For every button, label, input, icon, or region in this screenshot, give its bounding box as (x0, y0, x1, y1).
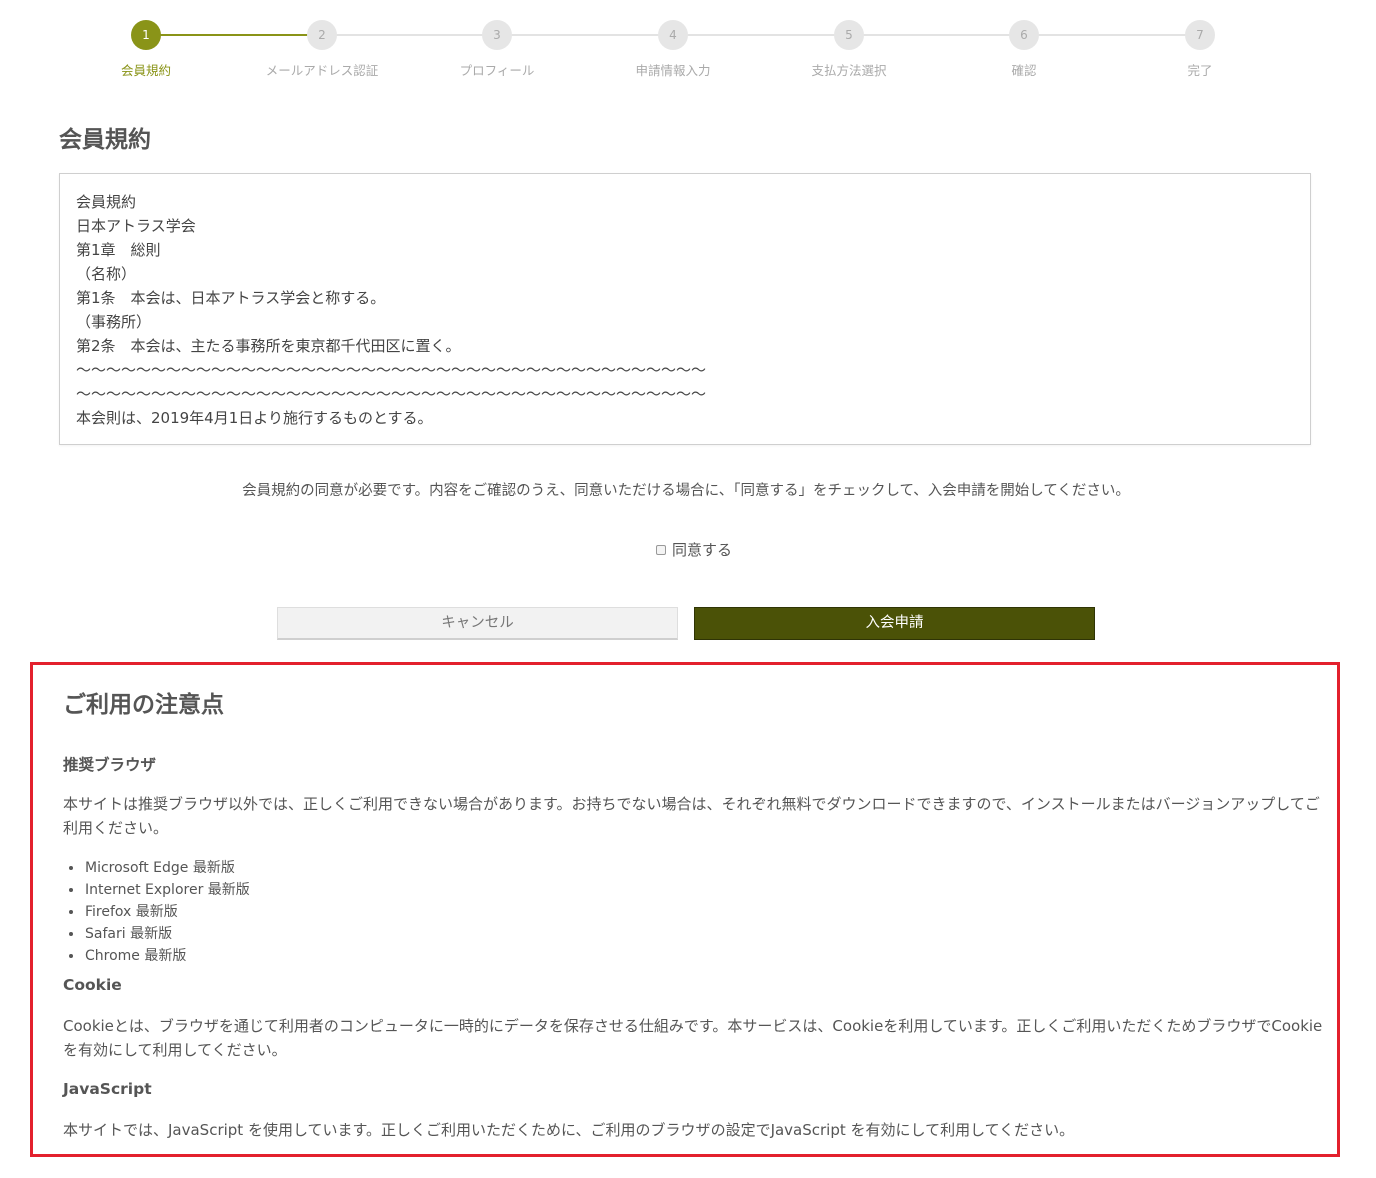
terms-line: 第1条 本会は、日本アトラス学会と称する。 (76, 289, 386, 307)
recommended-browser-heading: 推奨ブラウザ (63, 756, 157, 774)
agree-checkbox[interactable] (656, 544, 666, 555)
agree-checkbox-label[interactable]: 同意する (656, 539, 732, 560)
step-label: 完了 (1187, 63, 1213, 78)
terms-line: 日本アトラス学会 (76, 217, 196, 235)
apply-membership-button[interactable]: 入会申請 (694, 607, 1095, 640)
list-item: Firefox 最新版 (69, 901, 250, 923)
list-item: Microsoft Edge 最新版 (69, 857, 250, 879)
list-item: Safari 最新版 (69, 923, 250, 945)
terms-scroll-box[interactable]: 会員規約 日本アトラス学会 第1章 総則 （名称） 第1条 本会は、日本アトラス… (59, 173, 1311, 445)
browser-list: Microsoft Edge 最新版 Internet Explorer 最新版… (69, 857, 250, 967)
usage-notes-title: ご利用の注意点 (63, 692, 224, 718)
terms-line: 第1章 総則 (76, 241, 161, 259)
terms-line: 第2条 本会は、主たる事務所を東京都千代田区に置く。 (76, 337, 461, 355)
step-number: 5 (834, 20, 864, 50)
terms-line: 本会則は、2019年4月1日より施行するものとする。 (76, 409, 433, 427)
step-label: 支払方法選択 (811, 63, 887, 78)
step-application-info: 4 申請情報入力 (593, 20, 753, 79)
step-complete: 7 完了 (1120, 20, 1280, 79)
terms-line: 〜〜〜〜〜〜〜〜〜〜〜〜〜〜〜〜〜〜〜〜〜〜〜〜〜〜〜〜〜〜〜〜〜〜〜〜〜〜〜〜… (76, 361, 707, 379)
step-label: 申請情報入力 (635, 63, 711, 78)
step-number: 1 (131, 20, 161, 50)
terms-line: （事務所） (76, 313, 152, 331)
terms-line: （名称） (76, 265, 137, 283)
list-item: Internet Explorer 最新版 (69, 879, 250, 901)
cancel-button[interactable]: キャンセル (277, 607, 678, 640)
step-number: 6 (1009, 20, 1039, 50)
agreement-notice: 会員規約の同意が必要です。内容をご確認のうえ、同意いただける場合に、「同意する」… (242, 483, 1130, 499)
step-profile: 3 プロフィール (417, 20, 577, 79)
usage-notes-panel: ご利用の注意点 推奨ブラウザ 本サイトは推奨ブラウザ以外では、正しくご利用できな… (30, 662, 1340, 1157)
cookie-heading: Cookie (63, 976, 122, 994)
step-number: 2 (307, 20, 337, 50)
step-label: 確認 (1011, 63, 1037, 78)
terms-line: 〜〜〜〜〜〜〜〜〜〜〜〜〜〜〜〜〜〜〜〜〜〜〜〜〜〜〜〜〜〜〜〜〜〜〜〜〜〜〜〜… (76, 385, 707, 403)
list-item: Chrome 最新版 (69, 945, 250, 967)
step-payment-method: 5 支払方法選択 (769, 20, 929, 79)
step-label: プロフィール (459, 63, 535, 78)
step-terms: 1 会員規約 (66, 20, 226, 79)
step-number: 3 (482, 20, 512, 50)
javascript-heading: JavaScript (63, 1080, 152, 1098)
step-number: 4 (658, 20, 688, 50)
step-label: 会員規約 (120, 63, 171, 78)
cookie-text: Cookieとは、ブラウザを通じて利用者のコンピュータに一時的にデータを保存させ… (63, 1017, 1323, 1059)
step-label: メールアドレス認証 (265, 63, 379, 78)
page-title: 会員規約 (59, 127, 151, 153)
terms-line: 会員規約 (76, 193, 137, 211)
agree-text: 同意する (672, 541, 733, 559)
progress-stepper: 1 会員規約 2 メールアドレス認証 3 プロフィール 4 申請情報入力 5 支… (0, 0, 1376, 90)
recommended-browser-text: 本サイトは推奨ブラウザ以外では、正しくご利用できない場合があります。お持ちでない… (63, 795, 1320, 837)
javascript-text: 本サイトでは、JavaScript を使用しています。正しくご利用いただくために… (63, 1121, 1075, 1139)
step-email-verification: 2 メールアドレス認証 (242, 20, 402, 79)
step-number: 7 (1185, 20, 1215, 50)
step-confirm: 6 確認 (944, 20, 1104, 79)
